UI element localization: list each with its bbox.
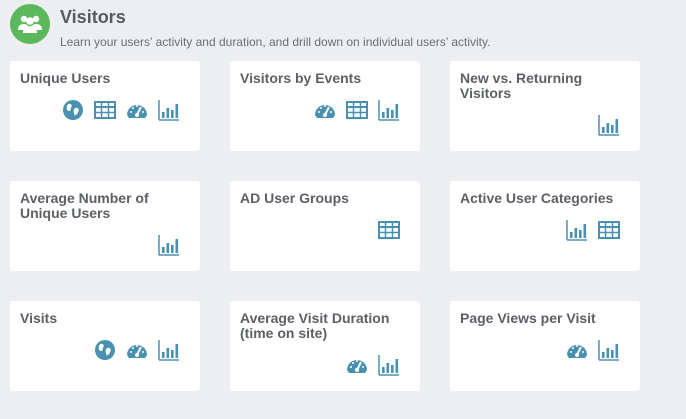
table-icon[interactable] <box>94 99 116 121</box>
tile-title: AD User Groups <box>240 190 349 206</box>
tile-new-vs-returning[interactable]: New vs. Returning Visitors <box>450 61 640 151</box>
tile-title: Visits <box>20 310 58 326</box>
globe-icon[interactable] <box>62 99 84 121</box>
bar-chart-icon[interactable] <box>566 219 588 241</box>
bar-chart-icon[interactable] <box>158 234 180 256</box>
bar-chart-icon[interactable] <box>378 354 400 376</box>
bar-chart-icon[interactable] <box>158 99 180 121</box>
tile-title: Unique Users <box>20 70 111 86</box>
page-header: Visitors Learn your users’ activity and … <box>0 0 686 56</box>
tile-page-views-per-visit[interactable]: Page Views per Visit <box>450 301 640 391</box>
globe-icon[interactable] <box>94 339 116 361</box>
tile-title: Page Views per Visit <box>460 310 596 326</box>
tile-title: Average Number of Unique Users <box>20 190 149 221</box>
gauge-icon[interactable] <box>126 339 148 361</box>
gauge-icon[interactable] <box>346 354 368 376</box>
users-group-icon <box>10 4 50 44</box>
table-icon[interactable] <box>598 219 620 241</box>
page-subtitle: Learn your users’ activity and duration,… <box>60 35 491 49</box>
tile-title: Average Visit Duration (time on site) <box>240 310 390 341</box>
tile-title: Visitors by Events <box>240 70 362 86</box>
bar-chart-icon[interactable] <box>378 99 400 121</box>
bar-chart-icon[interactable] <box>598 114 620 136</box>
bar-chart-icon[interactable] <box>158 339 180 361</box>
bar-chart-icon[interactable] <box>598 339 620 361</box>
tile-title: New vs. Returning Visitors <box>460 70 583 101</box>
tile-ad-user-groups[interactable]: AD User Groups <box>230 181 420 271</box>
tile-average-visit-duration[interactable]: Average Visit Duration (time on site) <box>230 301 420 391</box>
page-title: Visitors <box>60 7 126 27</box>
gauge-icon[interactable] <box>314 99 336 121</box>
gauge-icon[interactable] <box>566 339 588 361</box>
tile-visits[interactable]: Visits <box>10 301 200 391</box>
tile-visitors-by-events[interactable]: Visitors by Events <box>230 61 420 151</box>
tile-active-user-categories[interactable]: Active User Categories <box>450 181 640 271</box>
table-icon[interactable] <box>378 219 400 241</box>
tile-title: Active User Categories <box>460 190 614 206</box>
table-icon[interactable] <box>346 99 368 121</box>
gauge-icon[interactable] <box>126 99 148 121</box>
tile-unique-users[interactable]: Unique Users <box>10 61 200 151</box>
tile-average-unique-users[interactable]: Average Number of Unique Users <box>10 181 200 271</box>
